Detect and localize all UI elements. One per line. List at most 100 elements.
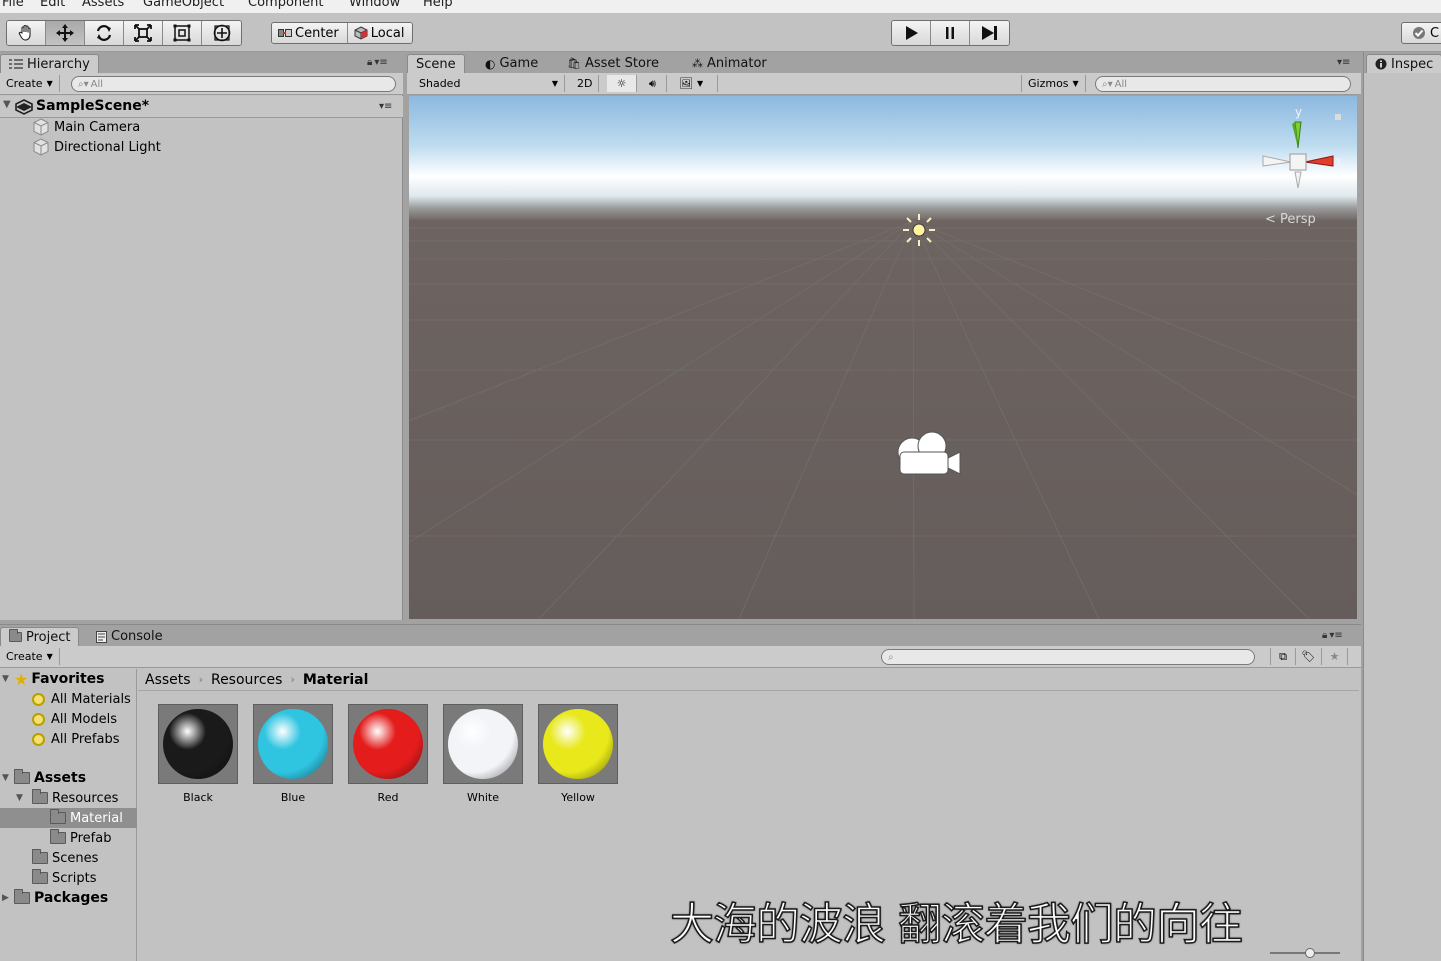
hierarchy-panel-menu[interactable]: 🔒︎ ▾≡ [367, 57, 388, 68]
asset-material-white[interactable]: White [443, 704, 523, 804]
menu-file[interactable]: File [2, 0, 24, 10]
pause-button[interactable] [931, 21, 970, 45]
animator-tab-label: Animator [707, 56, 767, 71]
tree-all-prefabs[interactable]: All Prefabs [0, 729, 137, 749]
tab-project[interactable]: Project [0, 627, 80, 646]
rotate-tool-button[interactable] [85, 21, 124, 45]
menu-assets[interactable]: Assets [82, 0, 124, 10]
menu-edit[interactable]: Edit [40, 0, 65, 10]
collab-button[interactable]: C [1401, 22, 1441, 44]
tab-asset-store[interactable]: 🛍︎ Asset Store [559, 54, 667, 73]
audio-toggle[interactable]: 🔊︎ [639, 75, 667, 92]
lock-view-icon[interactable] [1335, 114, 1341, 120]
effects-dropdown[interactable]: 🖼︎ ▼ [673, 75, 718, 92]
directional-light-gizmo-icon[interactable] [901, 212, 937, 248]
menu-window[interactable]: Window [349, 0, 400, 10]
lighting-toggle[interactable]: ☼ [607, 75, 637, 92]
gameobject-cube-icon [33, 138, 49, 156]
tab-scene[interactable]: Scene [407, 54, 465, 73]
expand-arrow-icon[interactable]: ▶ [0, 893, 14, 903]
rect-tool-button[interactable] [163, 21, 202, 45]
saved-search-icon [32, 712, 45, 726]
tree-favorites[interactable]: ▼ ★ Favorites [0, 669, 137, 689]
tab-animator[interactable]: ⁂ Animator [684, 54, 775, 73]
material-sphere [258, 709, 328, 779]
expand-arrow-icon[interactable]: ▼ [0, 773, 14, 783]
project-panel-menu[interactable]: 🔒︎ ▾≡ [1322, 630, 1343, 641]
tree-label: Prefab [70, 830, 112, 846]
tab-game[interactable]: ◐ Game [477, 54, 546, 73]
tree-all-models[interactable]: All Models [0, 709, 137, 729]
hierarchy-create-dropdown[interactable]: Create ▼ [0, 75, 60, 92]
transform-tool-button[interactable] [202, 21, 241, 45]
orientation-gizmo[interactable]: y x [1255, 104, 1345, 194]
expand-arrow-icon[interactable]: ▼ [16, 793, 32, 803]
tab-console[interactable]: Console [88, 627, 171, 646]
shading-mode-dropdown[interactable]: Shaded ▼ [413, 75, 565, 92]
scene-search-input[interactable]: ⌕▾ All [1095, 76, 1351, 92]
tree-scripts[interactable]: Scripts [0, 868, 137, 888]
material-thumbnail [348, 704, 428, 784]
scene-options-icon[interactable]: ▾≡ [379, 101, 392, 112]
dropdown-arrow-icon: ▼ [46, 652, 53, 661]
gizmo-axis-x: x [1335, 154, 1342, 168]
breadcrumb-resources[interactable]: Resources [211, 672, 283, 688]
material-sphere [353, 709, 423, 779]
pause-icon [946, 27, 954, 39]
thumbnail-size-slider[interactable] [1270, 948, 1340, 958]
asset-material-red[interactable]: Red [348, 704, 428, 804]
breadcrumb-assets[interactable]: Assets [145, 672, 191, 688]
tree-material[interactable]: Material [0, 808, 137, 828]
scale-tool-button[interactable] [124, 21, 163, 45]
menu-component[interactable]: Component [248, 0, 323, 10]
tree-assets[interactable]: ▼ Assets [0, 768, 137, 788]
scene-viewport[interactable]: y x < Persp [409, 96, 1357, 619]
pivot-center-button[interactable]: Center [272, 23, 348, 43]
projection-toggle[interactable]: < Persp [1265, 212, 1316, 227]
saved-search-icon [32, 732, 45, 746]
camera-gizmo-icon[interactable] [894, 428, 970, 482]
asset-material-blue[interactable]: Blue [253, 704, 333, 804]
play-button[interactable] [892, 21, 931, 45]
tree-prefab[interactable]: Prefab [0, 828, 137, 848]
asset-material-yellow[interactable]: Yellow [538, 704, 618, 804]
tab-inspector[interactable]: Inspec [1366, 54, 1441, 73]
save-search-button[interactable]: ★ [1322, 648, 1348, 665]
game-icon: ◐ [485, 56, 496, 71]
hierarchy-item-main-camera[interactable]: Main Camera [32, 117, 140, 137]
expand-arrow-icon[interactable]: ▼ [3, 99, 11, 110]
asset-material-black[interactable]: Black [158, 704, 238, 804]
menu-help[interactable]: Help [423, 0, 453, 10]
step-button[interactable] [970, 21, 1009, 45]
search-by-type-button[interactable]: ⧉ [1270, 648, 1296, 665]
expand-arrow-icon[interactable]: ▼ [0, 674, 14, 684]
scene-row[interactable]: ▼ SampleScene* ▾≡ [0, 96, 403, 118]
move-tool-button[interactable] [46, 21, 85, 45]
collab-label: C [1430, 25, 1440, 41]
tree-resources[interactable]: ▼ Resources [0, 788, 137, 808]
hierarchy-item-directional-light[interactable]: Directional Light [32, 137, 161, 157]
scene-panel-menu[interactable]: ▾≡ [1337, 57, 1350, 68]
dropdown-arrow-icon: ▼ [696, 79, 704, 88]
tree-scenes[interactable]: Scenes [0, 848, 137, 868]
pivot-local-button[interactable]: Local [347, 23, 413, 43]
breadcrumb-material[interactable]: Material [303, 672, 369, 688]
tree-all-materials[interactable]: All Materials [0, 689, 137, 709]
tree-packages[interactable]: ▶ Packages [0, 888, 137, 908]
tree-label: Packages [34, 890, 109, 906]
hand-icon [18, 24, 31, 41]
project-create-dropdown[interactable]: Create ▼ [0, 648, 60, 665]
search-by-label-button[interactable]: 🏷︎ [1296, 648, 1322, 665]
gizmos-dropdown[interactable]: Gizmos ▼ [1021, 75, 1086, 92]
project-search-input[interactable]: ⌕ [881, 649, 1255, 665]
hierarchy-search-input[interactable]: ⌕▾ All [71, 76, 396, 92]
gameobject-cube-icon [33, 118, 49, 136]
chevron-right-icon: › [290, 673, 295, 686]
toggle-2d-button[interactable]: 2D [571, 75, 600, 92]
transform-icon [213, 24, 230, 42]
tab-hierarchy[interactable]: Hierarchy [0, 54, 99, 73]
menu-gameobject[interactable]: GameObject [143, 0, 224, 10]
hand-tool-button[interactable] [7, 21, 46, 45]
asset-label: White [467, 791, 499, 804]
ground-grid [409, 220, 1357, 619]
